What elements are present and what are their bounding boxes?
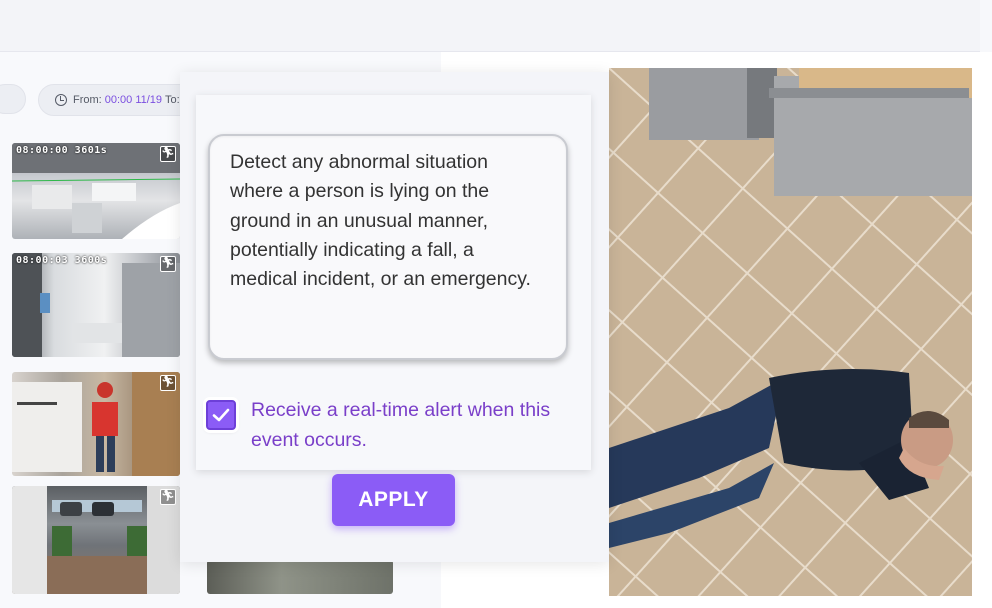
running-person-icon: 🏃︎ (160, 146, 176, 162)
rule-card: Detect any abnormal situation where a pe… (196, 95, 591, 470)
thumbnail-timestamp: 08:00:03 3600s (16, 255, 108, 266)
realtime-alert-label[interactable]: Receive a real-time alert when this even… (251, 396, 561, 455)
thumbnail-timestamp: 08:00:00 3601s (16, 145, 108, 156)
from-value: 00:00 11/19 (104, 94, 163, 106)
camera-thumbnail[interactable] (207, 560, 393, 594)
apply-button[interactable]: APPLY (332, 474, 455, 526)
event-preview-image (609, 68, 972, 596)
top-bar (0, 0, 980, 52)
office-scene (12, 143, 180, 239)
camera-thumbnail[interactable]: 08:00:00 3601s 🏃︎ (12, 143, 180, 239)
running-person-icon: 🏃︎ (160, 256, 176, 272)
porch-scene (12, 486, 180, 594)
check-icon (212, 408, 230, 422)
event-description-textarea[interactable]: Detect any abnormal situation where a pe… (208, 134, 568, 360)
doorstep-scene (12, 372, 180, 476)
camera-thumbnail[interactable]: 🏃︎ (12, 372, 180, 476)
realtime-alert-checkbox[interactable] (206, 400, 236, 430)
clock-icon (55, 94, 67, 106)
event-rule-dialog: Detect any abnormal situation where a pe… (180, 72, 609, 562)
running-person-icon: 🏃︎ (160, 375, 176, 391)
from-label: From: (73, 94, 102, 106)
person-lying-on-floor-image (609, 68, 972, 596)
camera-thumbnail[interactable]: 🏃︎ (12, 486, 180, 594)
to-label: To: (165, 94, 180, 106)
running-person-icon: 🏃︎ (160, 489, 176, 505)
corridor-scene (12, 253, 180, 357)
camera-thumbnail[interactable]: 08:00:03 3600s 🏃︎ (12, 253, 180, 357)
